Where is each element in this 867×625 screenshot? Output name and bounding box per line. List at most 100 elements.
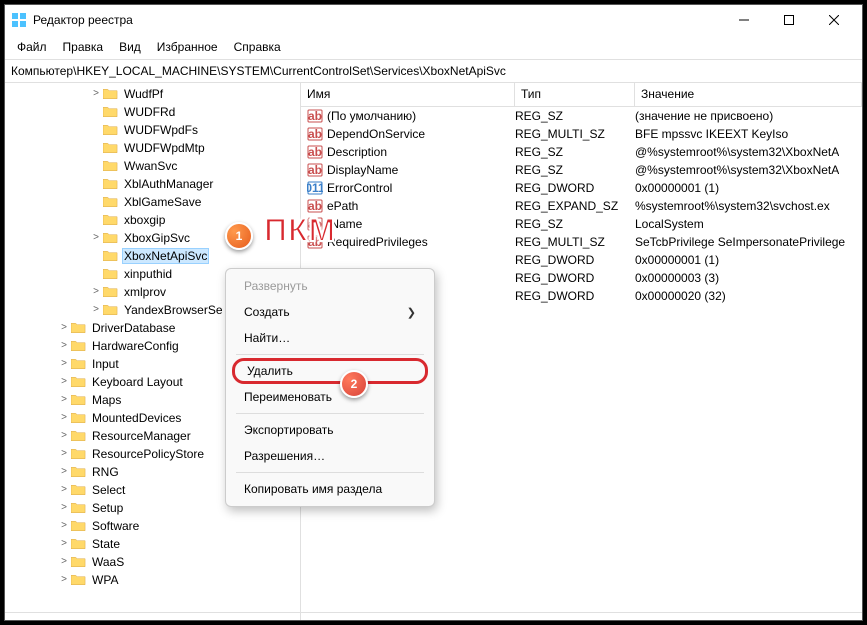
menu-help[interactable]: Справка bbox=[226, 37, 289, 57]
expander-icon[interactable]: > bbox=[57, 341, 71, 351]
value-data: 0x00000003 (3) bbox=[635, 271, 719, 285]
value-data: BFE mpssvc IKEEXT KeyIso bbox=[635, 127, 788, 141]
value-data: @%systemroot%\system32\XboxNetA bbox=[635, 163, 839, 177]
context-item[interactable]: Переименовать bbox=[226, 384, 434, 410]
col-value-header[interactable]: Значение bbox=[635, 83, 862, 106]
expander-icon[interactable]: > bbox=[89, 89, 103, 99]
tree-label: XblAuthManager bbox=[122, 176, 215, 192]
value-type: REG_DWORD bbox=[515, 289, 635, 303]
value-row[interactable]: 011ErrorControlREG_DWORD0x00000001 (1) bbox=[301, 179, 862, 197]
close-button[interactable] bbox=[811, 6, 856, 34]
folder-icon bbox=[103, 195, 119, 209]
expander-icon[interactable]: > bbox=[57, 467, 71, 477]
tree-item[interactable]: >WaaS bbox=[5, 553, 300, 571]
expander-icon[interactable]: > bbox=[57, 449, 71, 459]
tree-label: WUDFWpdMtp bbox=[122, 140, 207, 156]
value-data: @%systemroot%\system32\XboxNetA bbox=[635, 145, 839, 159]
value-icon: ab bbox=[307, 108, 323, 124]
expander-icon[interactable]: > bbox=[57, 539, 71, 549]
expander-icon[interactable]: > bbox=[57, 485, 71, 495]
value-row[interactable]: ab(По умолчанию)REG_SZ(значение не присв… bbox=[301, 107, 862, 125]
tree-label: MountedDevices bbox=[90, 410, 183, 426]
context-item: Развернуть bbox=[226, 273, 434, 299]
tree-item[interactable]: WUDFWpdMtp bbox=[5, 139, 300, 157]
value-data: 0x00000001 (1) bbox=[635, 253, 719, 267]
tree-item[interactable]: xboxgip bbox=[5, 211, 300, 229]
expander-icon[interactable]: > bbox=[57, 323, 71, 333]
value-name: tName bbox=[327, 217, 515, 231]
expander-icon[interactable]: > bbox=[89, 287, 103, 297]
expander-icon[interactable]: > bbox=[89, 305, 103, 315]
tree-item[interactable]: >WudfPf bbox=[5, 85, 300, 103]
tree-item[interactable]: XblAuthManager bbox=[5, 175, 300, 193]
value-row[interactable]: ab tNameREG_SZLocalSystem bbox=[301, 215, 862, 233]
context-item[interactable]: Найти… bbox=[226, 325, 434, 351]
value-name: ErrorControl bbox=[327, 181, 515, 195]
folder-icon bbox=[103, 159, 119, 173]
expander-icon[interactable]: > bbox=[57, 395, 71, 405]
tree-item[interactable]: >XboxGipSvc bbox=[5, 229, 300, 247]
context-item[interactable]: Копировать имя раздела bbox=[226, 476, 434, 502]
tree-label: Input bbox=[90, 356, 121, 372]
folder-icon bbox=[103, 267, 119, 281]
expander-icon[interactable]: > bbox=[57, 431, 71, 441]
maximize-button[interactable] bbox=[766, 6, 811, 34]
tree-label: Software bbox=[90, 518, 141, 534]
tree-item[interactable]: >State bbox=[5, 535, 300, 553]
expander-icon[interactable]: > bbox=[57, 503, 71, 513]
value-data: %systemroot%\system32\svchost.ex bbox=[635, 199, 830, 213]
value-row[interactable]: REG_DWORD0x00000001 (1) bbox=[301, 251, 862, 269]
col-type-header[interactable]: Тип bbox=[515, 83, 635, 106]
expander-icon[interactable]: > bbox=[57, 413, 71, 423]
col-name-header[interactable]: Имя bbox=[301, 83, 515, 106]
folder-icon bbox=[71, 501, 87, 515]
value-icon: ab bbox=[307, 126, 323, 142]
value-name: (По умолчанию) bbox=[327, 109, 515, 123]
menu-edit[interactable]: Правка bbox=[55, 37, 112, 57]
value-icon: 011 bbox=[307, 180, 323, 196]
value-row[interactable]: abDescriptionREG_SZ@%systemroot%\system3… bbox=[301, 143, 862, 161]
folder-icon bbox=[103, 213, 119, 227]
folder-icon bbox=[103, 249, 119, 263]
folder-icon bbox=[71, 375, 87, 389]
menu-view[interactable]: Вид bbox=[111, 37, 149, 57]
callout-step-1: 1 bbox=[225, 222, 253, 250]
value-row[interactable]: ab ePathREG_EXPAND_SZ%systemroot%\system… bbox=[301, 197, 862, 215]
tree-item[interactable]: XblGameSave bbox=[5, 193, 300, 211]
value-row[interactable]: abDisplayNameREG_SZ@%systemroot%\system3… bbox=[301, 161, 862, 179]
tree-item[interactable]: > Software bbox=[5, 517, 300, 535]
folder-icon bbox=[71, 321, 87, 335]
menu-favorites[interactable]: Избранное bbox=[149, 37, 226, 57]
tree-item[interactable]: >WPA bbox=[5, 571, 300, 589]
minimize-button[interactable] bbox=[721, 6, 766, 34]
menu-file[interactable]: Файл bbox=[9, 37, 55, 57]
expander-icon[interactable]: > bbox=[57, 377, 71, 387]
folder-icon bbox=[71, 555, 87, 569]
context-item[interactable]: Экспортировать bbox=[226, 417, 434, 443]
tree-label: Maps bbox=[90, 392, 123, 408]
tree-item[interactable]: WUDFRd bbox=[5, 103, 300, 121]
value-type: REG_DWORD bbox=[515, 271, 635, 285]
context-item[interactable]: Разрешения… bbox=[226, 443, 434, 469]
expander-icon[interactable]: > bbox=[89, 233, 103, 243]
expander-icon[interactable]: > bbox=[57, 359, 71, 369]
value-row[interactable]: abRequiredPrivilegesREG_MULTI_SZSeTcbPri… bbox=[301, 233, 862, 251]
folder-icon bbox=[71, 483, 87, 497]
svg-text:ab: ab bbox=[308, 109, 322, 123]
context-item[interactable]: Создать❯ bbox=[226, 299, 434, 325]
folder-icon bbox=[103, 285, 119, 299]
expander-icon[interactable]: > bbox=[57, 575, 71, 585]
value-type: REG_MULTI_SZ bbox=[515, 127, 635, 141]
tree-item[interactable]: WUDFWpdFs bbox=[5, 121, 300, 139]
expander-icon[interactable]: > bbox=[57, 521, 71, 531]
context-menu[interactable]: РазвернутьСоздать❯Найти… УдалитьПереимено… bbox=[225, 268, 435, 507]
expander-icon[interactable]: > bbox=[57, 557, 71, 567]
folder-icon bbox=[71, 339, 87, 353]
folder-icon bbox=[71, 465, 87, 479]
tree-item[interactable]: XboxNetApiSvc bbox=[5, 247, 300, 265]
context-item[interactable]: Удалить bbox=[232, 358, 428, 384]
context-separator bbox=[236, 354, 424, 355]
tree-item[interactable]: WwanSvc bbox=[5, 157, 300, 175]
address-bar[interactable]: Компьютер\HKEY_LOCAL_MACHINE\SYSTEM\Curr… bbox=[5, 60, 862, 83]
value-row[interactable]: abDependOnServiceREG_MULTI_SZBFE mpssvc … bbox=[301, 125, 862, 143]
